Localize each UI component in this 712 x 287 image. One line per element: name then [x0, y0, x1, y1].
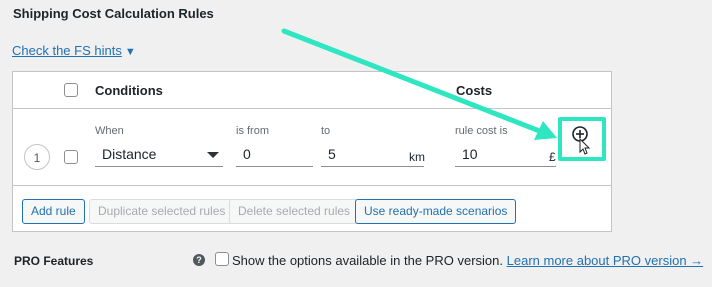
help-icon[interactable]: ? [193, 254, 205, 266]
to-input-value: 5 [328, 146, 336, 162]
from-input-value: 0 [243, 146, 251, 162]
costs-header: Costs [456, 83, 493, 98]
pro-options-text: Show the options available in the PRO ve… [232, 253, 703, 268]
caret-down-icon: ▼ [124, 46, 136, 58]
select-all-checkbox[interactable] [64, 83, 78, 97]
rule-checkbox[interactable] [64, 150, 78, 164]
pro-features-title: PRO Features [14, 254, 94, 268]
cost-input[interactable]: 10 [455, 143, 556, 167]
when-label: When [95, 125, 124, 137]
cost-input-value: 10 [462, 146, 478, 162]
rule-cost-label: rule cost is [455, 125, 508, 137]
add-condition-highlight [558, 117, 606, 161]
conditions-header: Conditions [95, 83, 163, 98]
fs-hints-label[interactable]: Check the FS hints [12, 43, 122, 58]
ready-made-scenarios-button[interactable]: Use ready-made scenarios [355, 199, 517, 224]
is-from-label: is from [236, 125, 269, 137]
duplicate-rules-button[interactable]: Duplicate selected rules [89, 199, 235, 224]
condition-select[interactable]: Distance [95, 143, 223, 167]
pointer-cursor-icon [579, 137, 591, 155]
currency-symbol: £ [549, 150, 556, 164]
from-input[interactable]: 0 [236, 143, 313, 167]
rules-table: Conditions Costs 1 When Distance is from… [12, 71, 612, 232]
learn-more-pro-link[interactable]: Learn more about PRO version → [507, 253, 704, 268]
pro-checkbox-label: Show the options available in the PRO ve… [232, 253, 503, 268]
table-header: Conditions Costs [13, 72, 611, 109]
to-unit: km [409, 150, 425, 164]
delete-rules-button[interactable]: Delete selected rules [229, 199, 360, 224]
to-label: to [321, 125, 331, 137]
rule-number: 1 [24, 144, 50, 170]
condition-select-value: Distance [102, 146, 157, 162]
show-pro-options-checkbox[interactable] [215, 252, 229, 266]
add-rule-button[interactable]: Add rule [22, 199, 85, 224]
add-condition-button[interactable] [562, 121, 602, 157]
table-row: 1 When Distance is from 0 to 5 km rule c… [13, 109, 611, 186]
section-title: Shipping Cost Calculation Rules [13, 6, 214, 21]
dropdown-arrow-icon [207, 152, 219, 158]
fs-hints-link[interactable]: Check the FS hints ▼ [12, 43, 136, 58]
